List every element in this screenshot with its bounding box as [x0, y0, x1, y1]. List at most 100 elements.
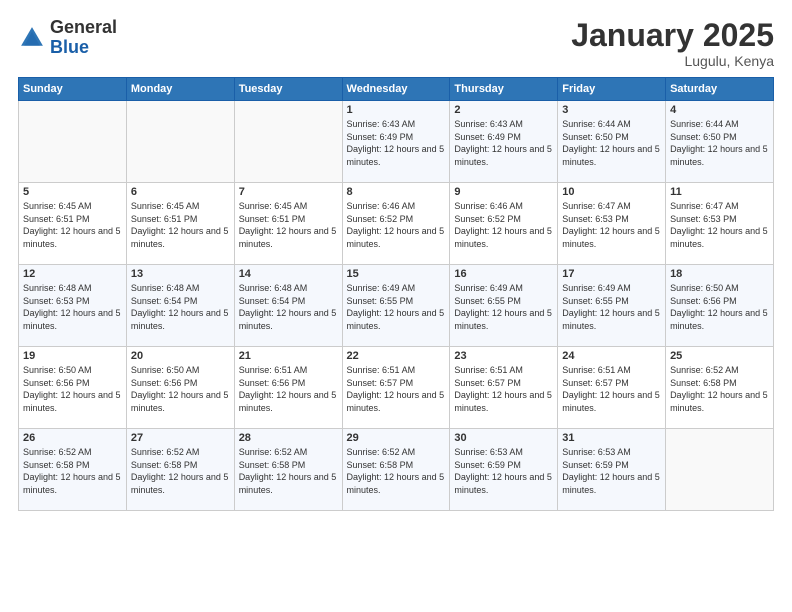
- calendar-week-row: 1 Sunrise: 6:43 AM Sunset: 6:49 PM Daylig…: [19, 101, 774, 183]
- day-info: Sunrise: 6:51 AM Sunset: 6:56 PM Dayligh…: [239, 364, 338, 414]
- day-info: Sunrise: 6:45 AM Sunset: 6:51 PM Dayligh…: [131, 200, 230, 250]
- calendar-cell: [666, 429, 774, 511]
- day-number: 10: [562, 186, 661, 198]
- day-info: Sunrise: 6:50 AM Sunset: 6:56 PM Dayligh…: [23, 364, 122, 414]
- calendar-cell: 9 Sunrise: 6:46 AM Sunset: 6:52 PM Daylig…: [450, 183, 558, 265]
- calendar-header-row: SundayMondayTuesdayWednesdayThursdayFrid…: [19, 78, 774, 101]
- calendar-week-row: 5 Sunrise: 6:45 AM Sunset: 6:51 PM Daylig…: [19, 183, 774, 265]
- day-number: 27: [131, 432, 230, 444]
- calendar-cell: [19, 101, 127, 183]
- calendar-cell: 14 Sunrise: 6:48 AM Sunset: 6:54 PM Dayli…: [234, 265, 342, 347]
- calendar-cell: 16 Sunrise: 6:49 AM Sunset: 6:55 PM Dayli…: [450, 265, 558, 347]
- calendar-cell: [126, 101, 234, 183]
- calendar-table: SundayMondayTuesdayWednesdayThursdayFrid…: [18, 77, 774, 511]
- day-info: Sunrise: 6:43 AM Sunset: 6:49 PM Dayligh…: [347, 118, 446, 168]
- column-header-tuesday: Tuesday: [234, 78, 342, 101]
- calendar-cell: 7 Sunrise: 6:45 AM Sunset: 6:51 PM Daylig…: [234, 183, 342, 265]
- day-number: 6: [131, 186, 230, 198]
- day-info: Sunrise: 6:52 AM Sunset: 6:58 PM Dayligh…: [23, 446, 122, 496]
- day-number: 16: [454, 268, 553, 280]
- day-number: 23: [454, 350, 553, 362]
- day-number: 14: [239, 268, 338, 280]
- day-info: Sunrise: 6:52 AM Sunset: 6:58 PM Dayligh…: [347, 446, 446, 496]
- calendar-cell: 4Sunrise: 6:44 AM Sunset: 6:50 PM Daylig…: [666, 101, 774, 183]
- calendar-cell: 2Sunrise: 6:43 AM Sunset: 6:49 PM Daylig…: [450, 101, 558, 183]
- day-info: Sunrise: 6:46 AM Sunset: 6:52 PM Dayligh…: [347, 200, 446, 250]
- day-number: 2: [454, 104, 553, 116]
- calendar-cell: 19 Sunrise: 6:50 AM Sunset: 6:56 PM Dayli…: [19, 347, 127, 429]
- day-number: 17: [562, 268, 661, 280]
- calendar-subtitle: Lugulu, Kenya: [571, 53, 774, 69]
- day-number: 24: [562, 350, 661, 362]
- calendar-cell: 8Sunrise: 6:46 AM Sunset: 6:52 PM Daylig…: [342, 183, 450, 265]
- calendar-cell: 25 Sunrise: 6:52 AM Sunset: 6:58 PM Dayli…: [666, 347, 774, 429]
- day-number: 21: [239, 350, 338, 362]
- calendar-cell: 30 Sunrise: 6:53 AM Sunset: 6:59 PM Dayli…: [450, 429, 558, 511]
- column-header-thursday: Thursday: [450, 78, 558, 101]
- day-number: 9: [454, 186, 553, 198]
- calendar-cell: 12 Sunrise: 6:48 AM Sunset: 6:53 PM Dayli…: [19, 265, 127, 347]
- calendar-cell: 22Sunrise: 6:51 AM Sunset: 6:57 PM Dayli…: [342, 347, 450, 429]
- day-info: Sunrise: 6:47 AM Sunset: 6:53 PM Dayligh…: [562, 200, 661, 250]
- day-number: 20: [131, 350, 230, 362]
- column-header-friday: Friday: [558, 78, 666, 101]
- day-number: 29: [347, 432, 446, 444]
- logo-blue-text: Blue: [50, 37, 89, 57]
- day-info: Sunrise: 6:52 AM Sunset: 6:58 PM Dayligh…: [670, 364, 769, 414]
- day-info: Sunrise: 6:52 AM Sunset: 6:58 PM Dayligh…: [239, 446, 338, 496]
- calendar-cell: 27 Sunrise: 6:52 AM Sunset: 6:58 PM Dayli…: [126, 429, 234, 511]
- calendar-cell: 6 Sunrise: 6:45 AM Sunset: 6:51 PM Daylig…: [126, 183, 234, 265]
- day-info: Sunrise: 6:45 AM Sunset: 6:51 PM Dayligh…: [239, 200, 338, 250]
- calendar-cell: 21 Sunrise: 6:51 AM Sunset: 6:56 PM Dayli…: [234, 347, 342, 429]
- day-info: Sunrise: 6:50 AM Sunset: 6:56 PM Dayligh…: [131, 364, 230, 414]
- day-number: 31: [562, 432, 661, 444]
- day-info: Sunrise: 6:48 AM Sunset: 6:54 PM Dayligh…: [239, 282, 338, 332]
- calendar-cell: 23 Sunrise: 6:51 AM Sunset: 6:57 PM Dayli…: [450, 347, 558, 429]
- calendar-cell: 11Sunrise: 6:47 AM Sunset: 6:53 PM Dayli…: [666, 183, 774, 265]
- day-info: Sunrise: 6:48 AM Sunset: 6:53 PM Dayligh…: [23, 282, 122, 332]
- column-header-sunday: Sunday: [19, 78, 127, 101]
- day-info: Sunrise: 6:51 AM Sunset: 6:57 PM Dayligh…: [562, 364, 661, 414]
- day-number: 1: [347, 104, 446, 116]
- calendar-cell: [234, 101, 342, 183]
- logo-general-text: General: [50, 17, 117, 37]
- day-number: 3: [562, 104, 661, 116]
- day-number: 7: [239, 186, 338, 198]
- calendar-cell: 1 Sunrise: 6:43 AM Sunset: 6:49 PM Daylig…: [342, 101, 450, 183]
- title-block: January 2025 Lugulu, Kenya: [571, 18, 774, 69]
- day-info: Sunrise: 6:46 AM Sunset: 6:52 PM Dayligh…: [454, 200, 553, 250]
- day-number: 26: [23, 432, 122, 444]
- calendar-cell: 13Sunrise: 6:48 AM Sunset: 6:54 PM Dayli…: [126, 265, 234, 347]
- calendar-week-row: 12 Sunrise: 6:48 AM Sunset: 6:53 PM Dayli…: [19, 265, 774, 347]
- calendar-cell: 15Sunrise: 6:49 AM Sunset: 6:55 PM Dayli…: [342, 265, 450, 347]
- day-info: Sunrise: 6:45 AM Sunset: 6:51 PM Dayligh…: [23, 200, 122, 250]
- column-header-wednesday: Wednesday: [342, 78, 450, 101]
- day-number: 12: [23, 268, 122, 280]
- day-info: Sunrise: 6:53 AM Sunset: 6:59 PM Dayligh…: [562, 446, 661, 496]
- day-info: Sunrise: 6:50 AM Sunset: 6:56 PM Dayligh…: [670, 282, 769, 332]
- calendar-cell: 31 Sunrise: 6:53 AM Sunset: 6:59 PM Dayli…: [558, 429, 666, 511]
- calendar-cell: 26 Sunrise: 6:52 AM Sunset: 6:58 PM Dayli…: [19, 429, 127, 511]
- day-info: Sunrise: 6:49 AM Sunset: 6:55 PM Dayligh…: [347, 282, 446, 332]
- calendar-cell: 10 Sunrise: 6:47 AM Sunset: 6:53 PM Dayli…: [558, 183, 666, 265]
- calendar-cell: 5 Sunrise: 6:45 AM Sunset: 6:51 PM Daylig…: [19, 183, 127, 265]
- day-info: Sunrise: 6:49 AM Sunset: 6:55 PM Dayligh…: [454, 282, 553, 332]
- logo-icon: [18, 24, 46, 52]
- day-info: Sunrise: 6:53 AM Sunset: 6:59 PM Dayligh…: [454, 446, 553, 496]
- day-info: Sunrise: 6:51 AM Sunset: 6:57 PM Dayligh…: [454, 364, 553, 414]
- day-number: 11: [670, 186, 769, 198]
- day-number: 22: [347, 350, 446, 362]
- day-number: 28: [239, 432, 338, 444]
- day-info: Sunrise: 6:44 AM Sunset: 6:50 PM Dayligh…: [562, 118, 661, 168]
- calendar-cell: 17Sunrise: 6:49 AM Sunset: 6:55 PM Dayli…: [558, 265, 666, 347]
- calendar-title: January 2025: [571, 18, 774, 53]
- calendar-cell: 28 Sunrise: 6:52 AM Sunset: 6:58 PM Dayli…: [234, 429, 342, 511]
- day-number: 5: [23, 186, 122, 198]
- day-info: Sunrise: 6:44 AM Sunset: 6:50 PM Dayligh…: [670, 118, 769, 168]
- calendar-cell: 3 Sunrise: 6:44 AM Sunset: 6:50 PM Daylig…: [558, 101, 666, 183]
- calendar-cell: 24 Sunrise: 6:51 AM Sunset: 6:57 PM Dayli…: [558, 347, 666, 429]
- day-number: 30: [454, 432, 553, 444]
- day-number: 19: [23, 350, 122, 362]
- day-info: Sunrise: 6:52 AM Sunset: 6:58 PM Dayligh…: [131, 446, 230, 496]
- day-number: 25: [670, 350, 769, 362]
